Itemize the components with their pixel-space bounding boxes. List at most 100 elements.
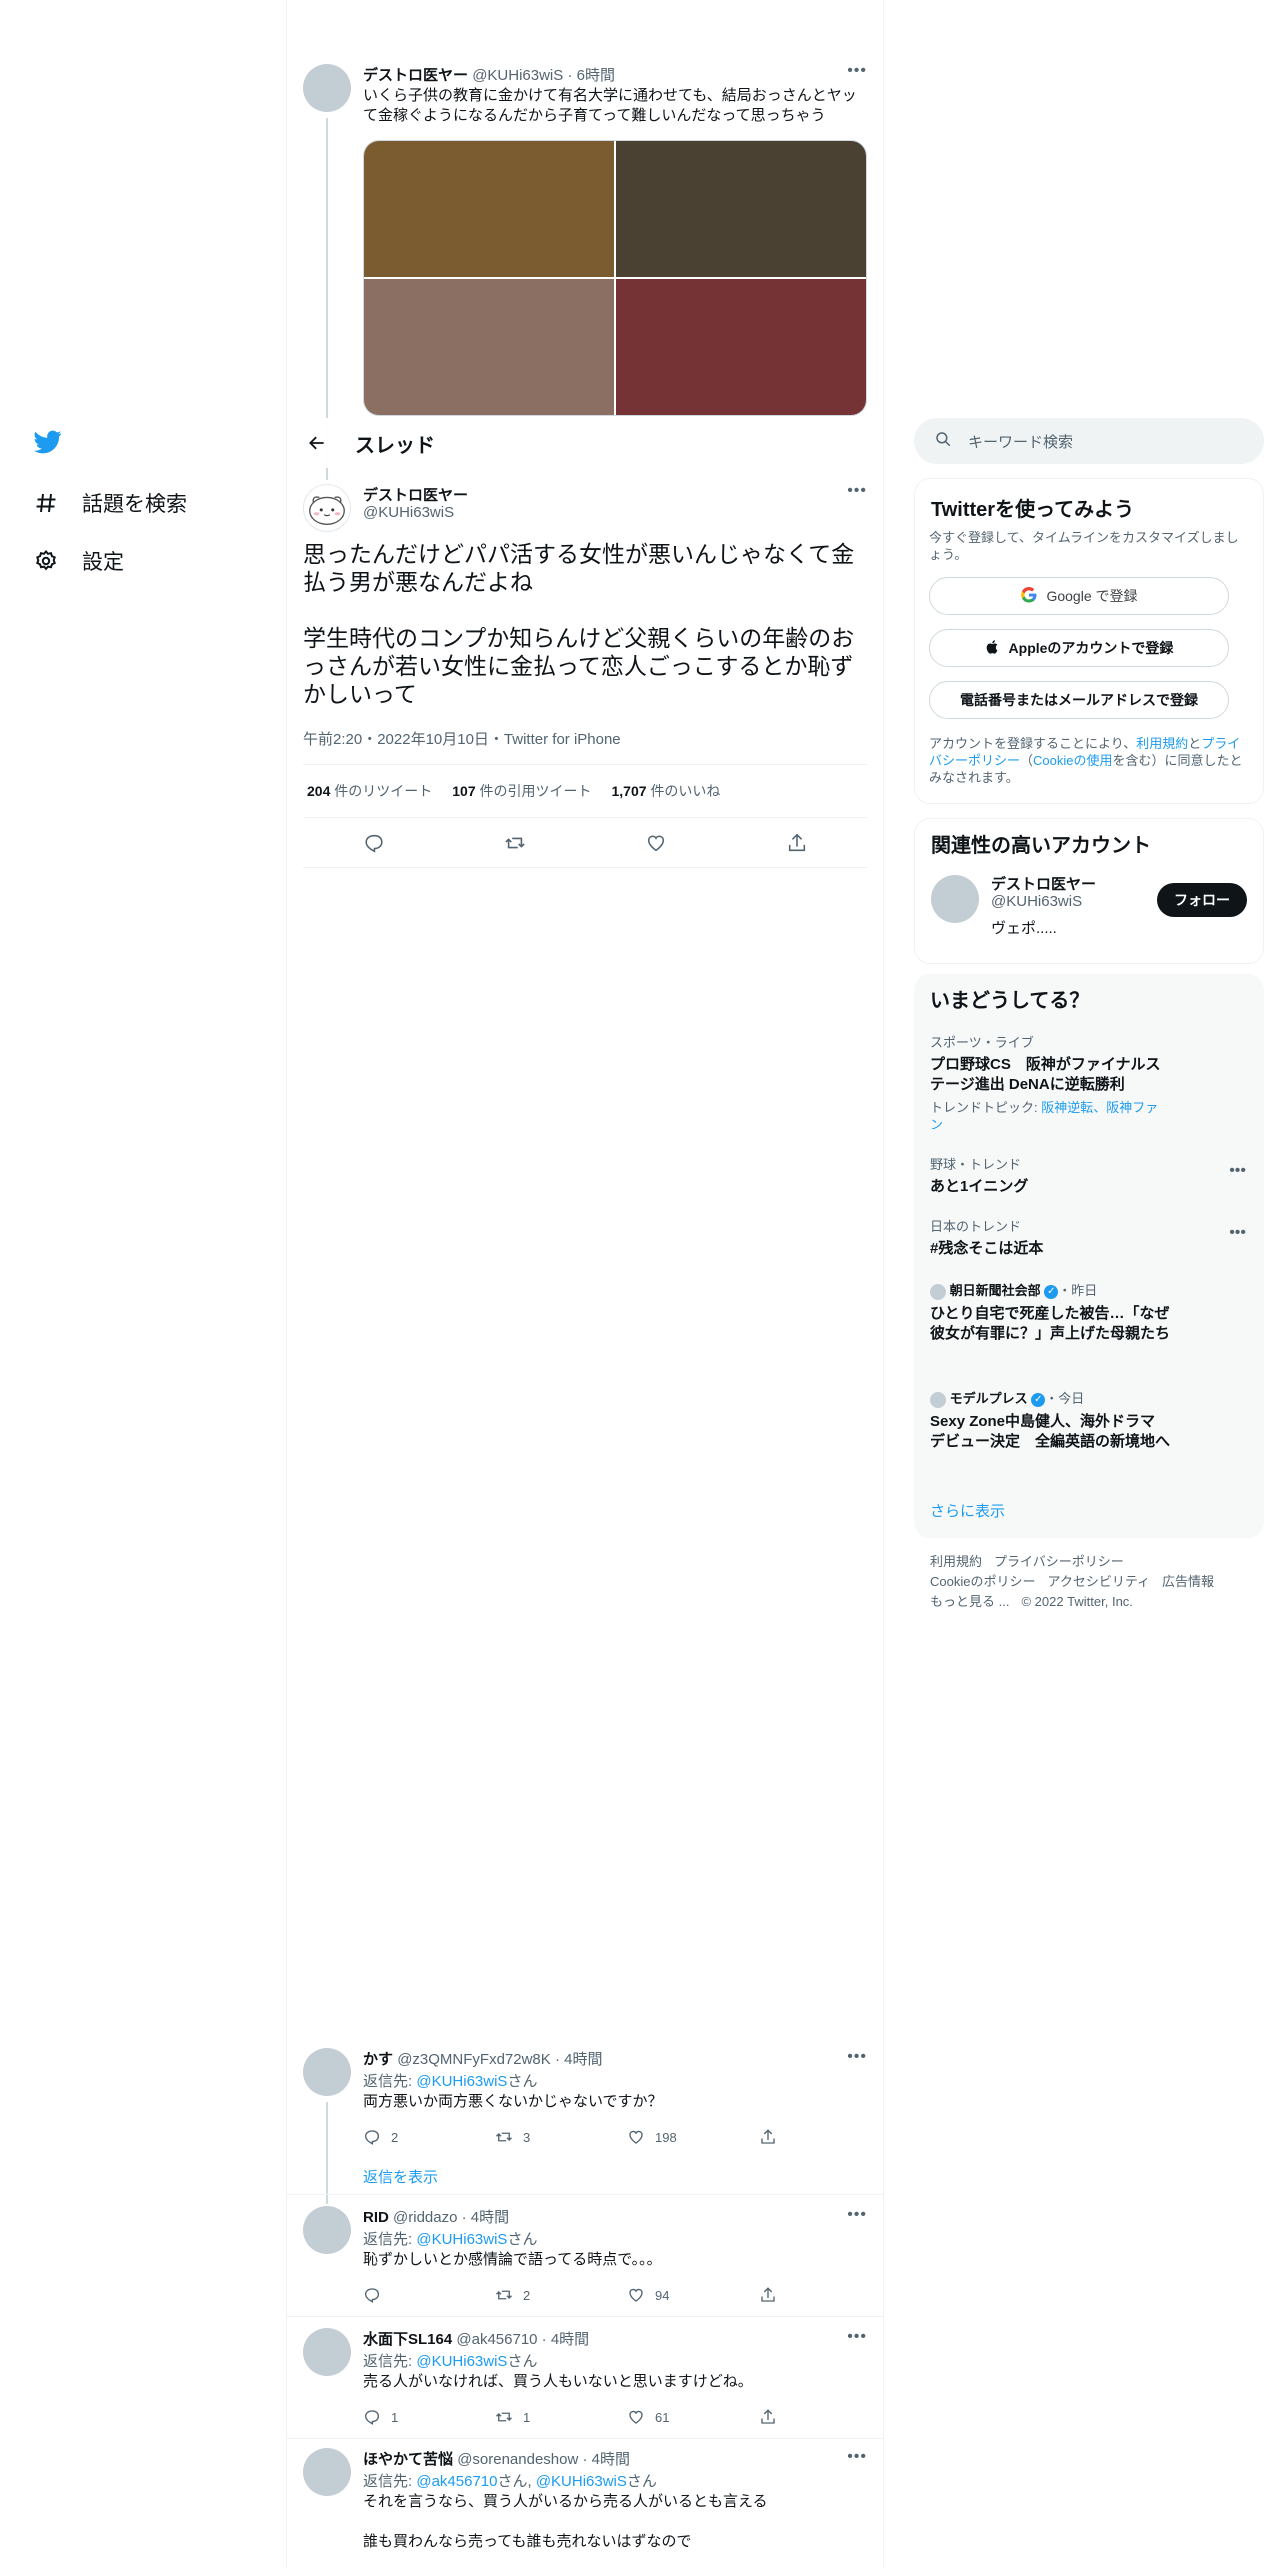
- author-handle[interactable]: @z3QMNFyFxd72w8K: [397, 2051, 551, 2068]
- like-icon[interactable]: [638, 825, 674, 861]
- tweet-text: 両方悪いか両方悪くないかじゃないですか？: [363, 2093, 663, 2110]
- reply-button[interactable]: 2: [363, 2128, 495, 2146]
- more-icon[interactable]: •••: [1229, 1224, 1246, 1242]
- back-arrow-icon[interactable]: [303, 429, 331, 457]
- more-icon[interactable]: •••: [847, 62, 867, 80]
- divider: [287, 2438, 883, 2439]
- reply-to: 返信先: @ak456710さん, @KUHi63wiSさん: [363, 2473, 657, 2490]
- more-icon[interactable]: •••: [847, 2328, 867, 2346]
- more-icon[interactable]: •••: [847, 2048, 867, 2066]
- tweet-time[interactable]: 4時間: [592, 2451, 630, 2468]
- avatar[interactable]: [303, 2048, 351, 2096]
- footer-link[interactable]: Cookieのポリシー: [930, 1574, 1035, 1589]
- share-button[interactable]: [759, 2408, 789, 2426]
- tweet-meta[interactable]: 午前2:20・2022年10月10日・Twitter for iPhone: [303, 728, 621, 749]
- avatar[interactable]: [303, 64, 351, 112]
- nav-explore[interactable]: 話題を検索: [32, 488, 187, 518]
- avatar[interactable]: [303, 2448, 351, 2496]
- footer-link[interactable]: 広告情報: [1162, 1574, 1214, 1589]
- author-name[interactable]: かす: [363, 2051, 393, 2068]
- author-name[interactable]: 水面下SL164: [363, 2331, 452, 2348]
- footer-link[interactable]: もっと見る ...: [930, 1594, 1009, 1609]
- tweet-media-grid[interactable]: [363, 140, 867, 416]
- like-button[interactable]: 94: [627, 2286, 759, 2304]
- apple-signup-button[interactable]: Appleのアカウントで登録: [929, 629, 1229, 667]
- tweet-header: デストロ医ヤー @KUHi63wiS · 6時間: [363, 64, 615, 85]
- author-handle[interactable]: @sorenandeshow: [457, 2451, 578, 2468]
- account-handle[interactable]: @KUHi63wiS: [991, 893, 1082, 910]
- media-image-1[interactable]: [364, 141, 614, 277]
- trend-category: 日本のトレンド: [930, 1219, 1022, 1234]
- author-handle[interactable]: @KUHi63wiS: [363, 504, 454, 521]
- media-image-2[interactable]: [616, 141, 866, 277]
- account-name[interactable]: デストロ医ヤー: [991, 873, 1096, 894]
- trend-item[interactable]: 日本のトレンド #残念そこは近本 •••: [930, 1216, 1246, 1259]
- terms-link[interactable]: 利用規約: [1136, 736, 1188, 751]
- share-icon[interactable]: [779, 825, 815, 861]
- reply-icon: [364, 2410, 380, 2425]
- author-name[interactable]: デストロ医ヤー: [363, 484, 468, 505]
- trend-name: #残念そこは近本: [930, 1240, 1044, 1257]
- share-button[interactable]: [759, 2286, 789, 2304]
- tweet-time[interactable]: 4時間: [551, 2331, 589, 2348]
- avatar[interactable]: [931, 875, 979, 923]
- search-box[interactable]: キーワード検索: [914, 418, 1264, 464]
- avatar[interactable]: [303, 2206, 351, 2254]
- quote-stat[interactable]: 107 件の引用ツイート: [452, 781, 591, 801]
- footer-link[interactable]: 利用規約: [930, 1554, 982, 1569]
- like-stat[interactable]: 1,707 件のいいね: [612, 781, 721, 801]
- show-more-link[interactable]: さらに表示: [930, 1500, 1005, 1521]
- retweet-icon[interactable]: [497, 825, 533, 861]
- news-item[interactable]: 朝日新聞社会部 ✓ ・昨日 ひとり自宅で死産した被告…「なぜ彼女が有罪に？」声上げ…: [930, 1280, 1246, 1344]
- trend-category: 野球・トレンド: [930, 1157, 1022, 1172]
- follow-button[interactable]: フォロー: [1157, 883, 1247, 917]
- author-handle[interactable]: @ak456710: [456, 2331, 537, 2348]
- reply-button[interactable]: [363, 2286, 495, 2304]
- reply-icon[interactable]: [356, 825, 392, 861]
- tweet-text: 恥ずかしいとか感情論で語ってる時点で。。。: [363, 2251, 662, 2268]
- retweet-button[interactable]: 3: [495, 2128, 627, 2146]
- author-name[interactable]: RID: [363, 2209, 389, 2226]
- author-handle[interactable]: @KUHi63wiS: [472, 67, 563, 84]
- nav-settings-label: 設定: [82, 551, 124, 574]
- more-icon[interactable]: •••: [847, 2448, 867, 2466]
- avatar[interactable]: [303, 484, 351, 532]
- like-button[interactable]: 61: [627, 2408, 759, 2426]
- mention-link[interactable]: @KUHi63wiS: [416, 2231, 507, 2248]
- mention-link[interactable]: @ak456710: [416, 2473, 497, 2490]
- phone-email-signup-button[interactable]: 電話番号またはメールアドレスで登録: [929, 681, 1229, 719]
- tweet-time[interactable]: 6時間: [577, 67, 615, 84]
- trend-item[interactable]: スポーツ・ライブ プロ野球CS 阪神がファイナルステージ進出 DeNAに逆転勝利…: [930, 1032, 1246, 1133]
- page: 話題を検索 設定 デストロ医ヤー @KUHi63wiS · 6時間 ••• いく…: [0, 0, 1284, 2568]
- mention-link[interactable]: @KUHi63wiS: [416, 2073, 507, 2090]
- more-icon[interactable]: •••: [1229, 1162, 1246, 1180]
- retweet-button[interactable]: 2: [495, 2286, 627, 2304]
- media-image-4[interactable]: [616, 279, 866, 415]
- search-placeholder[interactable]: キーワード検索: [968, 431, 1073, 452]
- media-image-3[interactable]: [364, 279, 614, 415]
- twitter-logo-icon[interactable]: [32, 428, 64, 456]
- footer-link[interactable]: プライバシーポリシー: [994, 1554, 1124, 1569]
- news-item[interactable]: モデルプレス ✓ ・今日 Sexy Zone中島健人、海外ドラマデビュー決定 全編…: [930, 1388, 1246, 1452]
- more-icon[interactable]: •••: [847, 2206, 867, 2224]
- avatar[interactable]: [303, 2328, 351, 2376]
- trend-item[interactable]: 野球・トレンド あと1イニング •••: [930, 1154, 1246, 1197]
- author-handle[interactable]: @riddazo: [393, 2209, 457, 2226]
- tweet-time[interactable]: 4時間: [471, 2209, 509, 2226]
- author-name[interactable]: ほやかて苦悩: [363, 2451, 453, 2468]
- retweet-button[interactable]: 1: [495, 2408, 627, 2426]
- mention-link[interactable]: @KUHi63wiS: [536, 2473, 627, 2490]
- tweet-time[interactable]: 4時間: [564, 2051, 602, 2068]
- mention-link[interactable]: @KUHi63wiS: [416, 2353, 507, 2370]
- reply-button[interactable]: 1: [363, 2408, 495, 2426]
- cookie-link[interactable]: Cookieの使用: [1033, 753, 1112, 768]
- retweet-stat[interactable]: 204 件のリツイート: [307, 781, 432, 801]
- show-replies-link[interactable]: 返信を表示: [363, 2166, 438, 2187]
- nav-settings[interactable]: 設定: [32, 546, 124, 576]
- like-button[interactable]: 198: [627, 2128, 759, 2146]
- more-icon[interactable]: •••: [847, 482, 867, 500]
- google-signup-button[interactable]: Google で登録: [929, 577, 1229, 615]
- share-button[interactable]: [759, 2128, 789, 2146]
- footer-link[interactable]: アクセシビリティ: [1047, 1574, 1150, 1589]
- author-name[interactable]: デストロ医ヤー: [363, 67, 468, 84]
